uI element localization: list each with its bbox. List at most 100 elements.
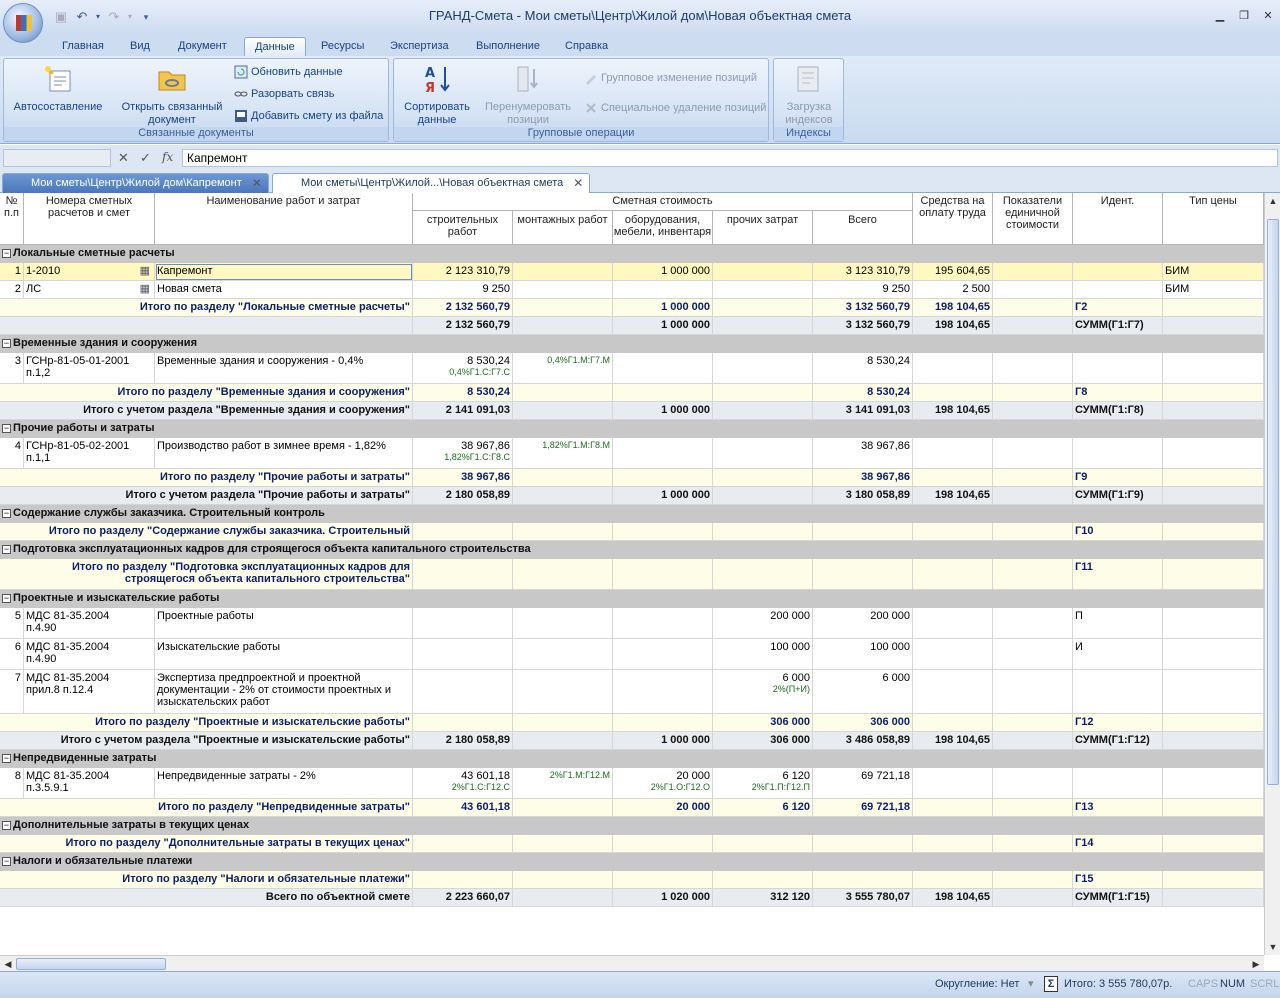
col-name[interactable]: Наименование работ и затрат: [155, 193, 413, 245]
cell-unit[interactable]: [993, 402, 1073, 420]
cell-ptype[interactable]: [1163, 732, 1264, 750]
cell-build[interactable]: [413, 835, 513, 853]
cell-other[interactable]: [713, 835, 813, 853]
cell-build[interactable]: [413, 608, 513, 639]
col-ident[interactable]: Идент.: [1073, 193, 1163, 245]
cell-build[interactable]: 2 223 660,07: [413, 889, 513, 907]
cell-num[interactable]: 8: [0, 768, 24, 799]
cell-unit[interactable]: [993, 871, 1073, 889]
linked-document-icon[interactable]: ▦: [140, 265, 150, 277]
cell-ptype[interactable]: [1163, 670, 1264, 714]
cancel-edit-icon[interactable]: ✕: [118, 150, 129, 166]
cell-mount[interactable]: [513, 608, 613, 639]
cell-labor[interactable]: 2 500: [913, 281, 993, 299]
cell-build[interactable]: [413, 523, 513, 541]
cell-equip[interactable]: 20 000 2%Г1.О:Г12.О: [613, 768, 713, 799]
estimate-row[interactable]: 3 ГСНр-81-05-01-2001 п.1,2 Временные здания…: [0, 353, 1264, 384]
cell-mount[interactable]: [513, 559, 613, 590]
cell-equip[interactable]: [613, 384, 713, 402]
cell-build[interactable]: [413, 639, 513, 670]
total-label-cell[interactable]: Итого по разделу "Подготовка эксплуатаци…: [0, 559, 413, 590]
total-label-cell[interactable]: Итого по разделу "Непредвиденные затраты…: [0, 799, 413, 817]
cell-total[interactable]: 69 721,18: [813, 799, 913, 817]
col-num[interactable]: № п.п: [0, 193, 24, 245]
cell-labor[interactable]: [913, 353, 993, 384]
cell-unit[interactable]: [993, 317, 1073, 335]
cell-equip[interactable]: [613, 469, 713, 487]
cell-total[interactable]: 9 250: [813, 281, 913, 299]
cell-total[interactable]: 3 141 091,03: [813, 402, 913, 420]
cell-ptype[interactable]: БИМ: [1163, 263, 1264, 281]
cell-labor[interactable]: 198 104,65: [913, 487, 993, 505]
cell-total[interactable]: 3 180 058,89: [813, 487, 913, 505]
section-total-row[interactable]: Итого по разделу "Дополнительные затраты…: [0, 835, 1264, 853]
total-label-cell[interactable]: Итого по разделу "Налоги и обязательные …: [0, 871, 413, 889]
cell-equip[interactable]: 1 000 000: [613, 402, 713, 420]
cell-equip[interactable]: [613, 835, 713, 853]
cell-total[interactable]: 3 123 310,79: [813, 263, 913, 281]
cell-total[interactable]: 200 000: [813, 608, 913, 639]
section-row[interactable]: − Временные здания и сооружения: [0, 335, 1264, 353]
cell-ptype[interactable]: [1163, 639, 1264, 670]
cell-build[interactable]: 43 601,18: [413, 799, 513, 817]
cell-name[interactable]: Изыскательские работы: [155, 639, 413, 670]
cell-labor[interactable]: [913, 608, 993, 639]
cell-total[interactable]: 3 132 560,79: [813, 317, 913, 335]
cell-total[interactable]: 8 530,24: [813, 384, 913, 402]
total-label-cell[interactable]: Итого по разделу "Локальные сметные расч…: [0, 299, 413, 317]
col-mount[interactable]: монтажных работ: [513, 211, 613, 245]
cell-mount[interactable]: [513, 639, 613, 670]
cell-ident[interactable]: И: [1073, 639, 1163, 670]
section-total-row[interactable]: Итого по разделу "Прочие работы и затрат…: [0, 469, 1264, 487]
cell-labor[interactable]: [913, 768, 993, 799]
vertical-scroll-thumb[interactable]: [1267, 219, 1279, 785]
section-total-row[interactable]: Итого по разделу "Налоги и обязательные …: [0, 871, 1264, 889]
cell-other[interactable]: [713, 281, 813, 299]
cell-unit[interactable]: [993, 438, 1073, 469]
cell-ident[interactable]: Г10: [1073, 523, 1163, 541]
cell-equip[interactable]: [613, 353, 713, 384]
cell-labor[interactable]: [913, 438, 993, 469]
section-row[interactable]: − Локальные сметные расчеты: [0, 245, 1264, 263]
cell-labor[interactable]: [913, 384, 993, 402]
cell-build[interactable]: 43 601,18 2%Г1.С:Г12.С: [413, 768, 513, 799]
cell-unit[interactable]: [993, 523, 1073, 541]
cell-ptype[interactable]: [1163, 871, 1264, 889]
cell-other[interactable]: [713, 317, 813, 335]
section-total-row[interactable]: Итого по разделу "Локальные сметные расч…: [0, 299, 1264, 317]
cell-total[interactable]: 38 967,86: [813, 469, 913, 487]
total-label-cell[interactable]: [0, 317, 413, 335]
open-linked-document-button[interactable]: Открыть связанный документ: [116, 63, 228, 127]
cell-equip[interactable]: [613, 714, 713, 732]
cell-total[interactable]: 69 721,18: [813, 768, 913, 799]
cell-other[interactable]: [713, 469, 813, 487]
cell-ptype[interactable]: [1163, 317, 1264, 335]
cell-ident[interactable]: [1073, 438, 1163, 469]
cell-mount[interactable]: 2%Г1.М:Г12.М: [513, 768, 613, 799]
cell-mount[interactable]: [513, 670, 613, 714]
cell-total[interactable]: 6 000: [813, 670, 913, 714]
col-equip[interactable]: оборудования, мебели, инвентаря: [613, 211, 713, 245]
cumulative-total-row[interactable]: Всего по объектной смете 2 223 660,07 1 02…: [0, 889, 1264, 907]
cell-unit[interactable]: [993, 281, 1073, 299]
cell-ident[interactable]: П: [1073, 608, 1163, 639]
cell-mount[interactable]: [513, 384, 613, 402]
cell-unit[interactable]: [993, 768, 1073, 799]
cell-ident[interactable]: Г9: [1073, 469, 1163, 487]
cell-unit[interactable]: [993, 559, 1073, 590]
estimate-row[interactable]: 8 МДС 81-35.2004 п.3.5.9.1 Непредвиденные з…: [0, 768, 1264, 799]
cell-other[interactable]: 6 120 2%Г1.П:Г12.П: [713, 768, 813, 799]
cell-ptype[interactable]: [1163, 835, 1264, 853]
redo-icon[interactable]: ↷: [105, 8, 123, 26]
tab-execution[interactable]: Выполнение: [466, 37, 550, 56]
cumulative-total-row[interactable]: 2 132 560,79 1 000 000 3 132 560,79 198 104…: [0, 317, 1264, 335]
col-other[interactable]: прочих затрат: [713, 211, 813, 245]
section-row[interactable]: − Налоги и обязательные платежи: [0, 853, 1264, 871]
cumulative-total-row[interactable]: Итого с учетом раздела "Проектные и изыс…: [0, 732, 1264, 750]
col-unit-cost[interactable]: Показатели единичной стоимости: [993, 193, 1073, 245]
redo-dropdown-icon[interactable]: ▾: [126, 8, 134, 26]
group-change-button[interactable]: Групповое изменение позиций: [584, 69, 757, 87]
cell-other[interactable]: [713, 523, 813, 541]
cell-ident[interactable]: [1073, 263, 1163, 281]
tab-resources[interactable]: Ресурсы: [311, 37, 374, 56]
